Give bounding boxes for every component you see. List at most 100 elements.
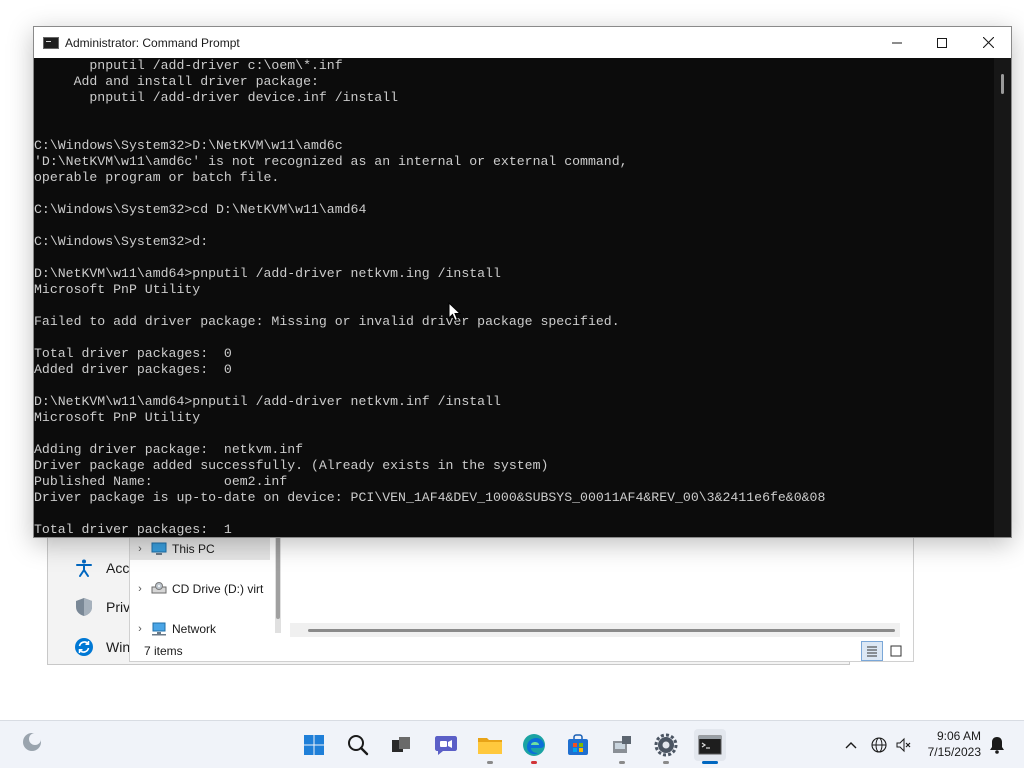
large-icons-view-icon (890, 645, 902, 657)
navigation-pane: › This PC › CD Drive (D:) virt › Network (130, 535, 277, 636)
search-icon (348, 735, 369, 756)
weather-widget-icon[interactable] (20, 730, 44, 754)
nav-item-label: CD Drive (D:) virt (172, 582, 264, 596)
large-icons-view-button[interactable] (885, 641, 907, 661)
settings-item-privacy[interactable]: Priv (74, 595, 130, 619)
notifications-button[interactable] (986, 721, 1008, 768)
clock-date: 7/15/2023 (927, 745, 981, 759)
file-explorer-icon (478, 738, 502, 754)
nav-item-network[interactable]: › Network (130, 618, 270, 640)
settings-item-label: Acc (106, 560, 130, 576)
horizontal-scrollbar[interactable] (290, 623, 900, 637)
edge-button[interactable] (518, 729, 550, 764)
console-line: D:\NetKVM\w11\amd64>pnputil /add-driver … (34, 266, 501, 281)
console-line: Total driver packages: 1 (34, 522, 232, 537)
clock-time: 9:06 AM (936, 729, 981, 743)
file-explorer-button[interactable] (474, 729, 506, 764)
device-manager-button[interactable] (606, 729, 638, 764)
console-output[interactable]: pnputil /add-driver c:\oem\*.inf Add and… (34, 58, 994, 537)
minimize-button[interactable] (874, 27, 920, 58)
console-line: Add and install driver package: (34, 74, 319, 89)
nav-scrollbar-thumb[interactable] (276, 537, 280, 619)
nav-item-this-pc[interactable]: › This PC (130, 538, 270, 560)
details-view-icon (867, 646, 877, 657)
chat-icon (435, 736, 457, 755)
close-button[interactable] (965, 27, 1011, 58)
network-status-icon[interactable] (868, 721, 890, 768)
task-view-button[interactable] (385, 729, 417, 761)
device-manager-icon (613, 736, 631, 753)
volume-muted-icon[interactable] (893, 721, 915, 768)
view-switcher (861, 641, 907, 661)
console-line: Microsoft PnP Utility (34, 410, 201, 425)
file-explorer-window: › This PC › CD Drive (D:) virt › Network… (129, 534, 914, 662)
status-bar: 7 items (130, 641, 913, 661)
privacy-shield-icon (74, 597, 94, 617)
edge-icon (523, 734, 545, 756)
settings-item-accessibility[interactable]: Acc (74, 556, 129, 580)
task-view-icon (392, 737, 410, 752)
accessibility-icon (74, 558, 94, 578)
item-count: 7 items (144, 644, 183, 658)
running-indicator (619, 761, 625, 764)
console-line: 'D:\NetKVM\w11\amd6c' is not recognized … (34, 154, 628, 169)
network-icon (150, 622, 168, 636)
horizontal-scrollbar-thumb[interactable] (308, 629, 895, 632)
console-scrollbar-thumb[interactable] (1001, 74, 1004, 94)
chevron-right-icon[interactable]: › (130, 543, 150, 555)
console-line: D:\NetKVM\w11\amd64>pnputil /add-driver … (34, 394, 501, 409)
this-pc-icon (150, 542, 168, 556)
console-line: pnputil /add-driver device.inf /install (34, 90, 399, 105)
chat-button[interactable] (430, 729, 462, 761)
store-button[interactable] (562, 729, 594, 761)
search-button[interactable] (342, 729, 374, 761)
command-prompt-window: Administrator: Command Prompt pnputil /a… (33, 26, 1012, 538)
console-line: C:\Windows\System32>d: (34, 234, 209, 249)
chevron-right-icon[interactable]: › (130, 583, 150, 595)
console-text: pnputil /add-driver c:\oem\*.inf Add and… (34, 58, 994, 537)
nav-item-cd-drive[interactable]: › CD Drive (D:) virt (130, 578, 270, 600)
details-view-button[interactable] (861, 641, 883, 661)
chevron-right-icon[interactable]: › (130, 623, 150, 635)
start-icon (304, 735, 324, 755)
show-hidden-icons-button[interactable] (840, 721, 862, 768)
notification-bell-icon (990, 737, 1004, 754)
windows-update-icon (74, 637, 94, 657)
console-line: Published Name: oem2.inf (34, 474, 288, 489)
console-line: Failed to add driver package: Missing or… (34, 314, 620, 329)
cd-drive-icon (150, 582, 168, 596)
console-line: C:\Windows\System32>cd D:\NetKVM\w11\amd… (34, 202, 367, 217)
nav-item-label: Network (172, 622, 217, 636)
console-line: operable program or batch file. (34, 170, 280, 185)
maximize-button[interactable] (919, 27, 965, 58)
console-scrollbar[interactable] (994, 58, 1011, 537)
settings-item-windows-update[interactable]: Win (74, 635, 130, 659)
console-line: C:\Windows\System32>D:\NetKVM\w11\amd6c (34, 138, 343, 153)
store-icon (568, 734, 588, 755)
taskbar: 9:06 AM 7/15/2023 (0, 720, 1024, 768)
window-title: Administrator: Command Prompt (65, 35, 240, 50)
title-bar[interactable]: Administrator: Command Prompt (34, 27, 1011, 58)
settings-item-label: Win (106, 639, 131, 655)
command-prompt-taskbar-button[interactable] (694, 729, 726, 764)
settings-button[interactable] (650, 729, 682, 764)
console-line: pnputil /add-driver c:\oem\*.inf (34, 58, 343, 73)
running-indicator (487, 761, 493, 764)
start-button[interactable] (298, 729, 330, 761)
console-line: Driver package is up-to-date on device: … (34, 490, 826, 505)
close-icon (982, 37, 994, 48)
clock[interactable]: 9:06 AM 7/15/2023 (928, 728, 981, 760)
console-line: Total driver packages: 0 (34, 346, 232, 361)
console-line: Adding driver package: netkvm.inf (34, 442, 304, 457)
mouse-pointer-icon (448, 301, 462, 322)
active-indicator (702, 761, 718, 764)
